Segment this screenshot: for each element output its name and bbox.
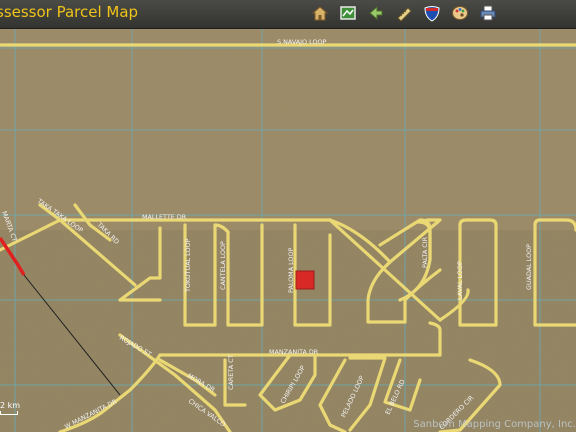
label-guadal-loop: GUADAL LOOP — [525, 244, 533, 290]
label-tokutual-loop: TOKUTUAL LOOP — [184, 238, 192, 293]
scale-label: 2 km — [0, 401, 21, 410]
back-arrow-icon[interactable] — [366, 3, 386, 23]
map-canvas[interactable]: S NAVAJO LOOP MALLETTE DR MANZANITA DR W… — [0, 29, 576, 432]
selected-parcel[interactable] — [295, 270, 315, 290]
scale-bar: 2 km — [0, 401, 21, 415]
map-attribution: Sanborn Mapping Company, Inc. — [413, 419, 576, 430]
parcel-map-app: ssessor Parcel Map S NAVAJO LOOP MALLETT… — [0, 0, 576, 432]
label-careta-ct: CARETA CT — [227, 354, 235, 390]
interstate-shield-icon[interactable] — [422, 3, 442, 23]
app-title: ssessor Parcel Map — [0, 3, 139, 21]
print-icon[interactable] — [478, 3, 498, 23]
label-mallette-dr: MALLETTE DR — [142, 213, 187, 221]
toolbar — [310, 3, 498, 25]
label-palta-cir: PALTA CIR — [421, 236, 429, 268]
scale-bar-line — [0, 411, 18, 415]
label-manzanita-dr: MANZANITA DR — [269, 348, 319, 356]
home-icon[interactable] — [310, 3, 330, 23]
measure-icon[interactable] — [394, 3, 414, 23]
label-laval-loop: LAVAL LOOP — [456, 261, 464, 300]
title-bar: ssessor Parcel Map — [0, 0, 576, 29]
map-layer-icon[interactable] — [338, 3, 358, 23]
label-cantela-loop: CANTELA LOOP — [219, 241, 227, 290]
label-s-navajo-loop: S NAVAJO LOOP — [277, 38, 327, 46]
palette-icon[interactable] — [450, 3, 470, 23]
label-paloma-loop: PALOMA LOOP — [287, 248, 295, 293]
